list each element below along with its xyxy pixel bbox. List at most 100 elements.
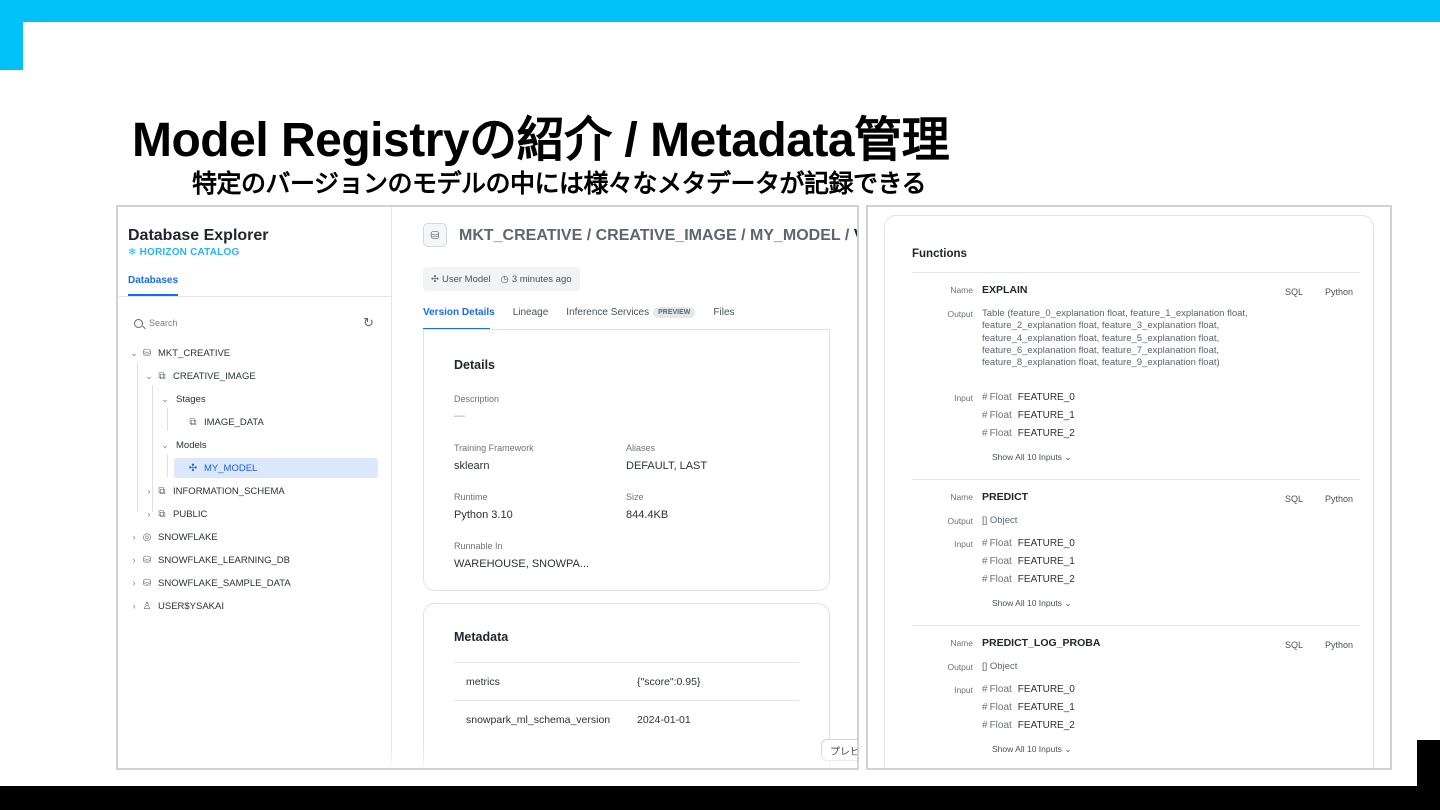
input-label: Input	[954, 685, 973, 695]
function-name: EXPLAIN	[982, 284, 1028, 296]
input-type: Float	[989, 574, 1012, 585]
shared-database-icon: ⛁	[142, 577, 152, 589]
input-type: Float	[989, 556, 1012, 567]
input-row: # Float FEATURE_0	[982, 684, 1075, 695]
input-type: Float	[989, 392, 1012, 403]
refresh-icon[interactable]: ↻	[363, 315, 374, 331]
chevron-right-icon[interactable]: ›	[143, 486, 155, 496]
sql-link[interactable]: SQL	[1285, 287, 1303, 297]
description-label: Description	[454, 394, 500, 404]
tab-inference-services-label: Inference Services	[566, 307, 650, 319]
tree-item-label: IMAGE_DATA	[204, 416, 264, 428]
input-row: # Float FEATURE_0	[982, 538, 1075, 549]
tree-item-mkt-creative[interactable]: ⌄ ⛁ MKT_CREATIVE	[128, 343, 230, 363]
tab-inference-services[interactable]: Inference Services PREVIEW	[566, 307, 696, 319]
metadata-title: Metadata	[454, 630, 509, 644]
breadcrumb-version: V3	[854, 227, 857, 244]
runtime-label: Runtime	[454, 492, 488, 502]
input-name: FEATURE_1	[1017, 556, 1075, 567]
input-type: Float	[989, 702, 1012, 713]
model-icon: ✣	[431, 273, 439, 285]
chevron-right-icon[interactable]: ›	[143, 509, 155, 519]
input-row: # Float FEATURE_1	[982, 702, 1075, 713]
search-input[interactable]: Search ↻	[134, 314, 374, 332]
tree-item-label: SNOWFLAKE_LEARNING_DB	[158, 554, 290, 566]
runnable-in-label: Runnable In	[454, 541, 503, 551]
tab-databases[interactable]: Databases	[128, 275, 179, 296]
slide-title: Model Registryの紹介 / Metadata管理	[132, 114, 950, 167]
preview-tooltip: プレビ	[821, 739, 857, 761]
chevron-right-icon[interactable]: ›	[128, 555, 140, 565]
functions-screenshot: Functions Name EXPLAIN SQL Python Output…	[866, 205, 1392, 770]
input-name: FEATURE_2	[1017, 720, 1075, 731]
input-row: # Float FEATURE_2	[982, 428, 1075, 439]
detail-tabs: Version Details Lineage Inference Servic…	[423, 307, 735, 318]
sql-link[interactable]: SQL	[1285, 640, 1303, 650]
database-explorer-panel: Database Explorer ❄ HORIZON CATALOG Datab…	[118, 207, 392, 768]
chevron-down-icon[interactable]: ⌄	[159, 394, 171, 405]
tree-item-image-data[interactable]: ⧉ IMAGE_DATA	[174, 412, 264, 432]
tab-lineage[interactable]: Lineage	[513, 307, 549, 318]
aliases-value: DEFAULT, LAST	[626, 460, 708, 472]
tree-guide-line	[167, 408, 168, 431]
tree-item-label: MY_MODEL	[204, 462, 258, 474]
input-row: # Float FEATURE_2	[982, 574, 1075, 585]
database-icon: ⛁	[142, 347, 152, 359]
python-link[interactable]: Python	[1325, 494, 1353, 504]
slide-subtitle: 特定のバージョンのモデルの中には様々なメタデータが記録できる	[192, 170, 927, 198]
updated-time-label: 3 minutes ago	[511, 273, 572, 285]
tree-item-label: USER$YSAKAI	[158, 600, 224, 612]
tree-item-stages[interactable]: ⌄ Stages	[159, 389, 205, 409]
tab-version-details[interactable]: Version Details	[423, 307, 495, 318]
function-links: SQL Python	[1285, 287, 1353, 297]
function-name: PREDICT	[982, 491, 1029, 503]
model-type-label: User Model	[441, 273, 491, 285]
tree-item-snowflake-learning-db[interactable]: › ⛁ SNOWFLAKE_LEARNING_DB	[128, 550, 290, 570]
input-name: FEATURE_2	[1017, 428, 1075, 439]
runnable-in-value: WAREHOUSE, SNOWPA...	[454, 558, 590, 570]
aliases-label: Aliases	[626, 443, 656, 453]
tree-item-my-model[interactable]: ✣ MY_MODEL	[174, 458, 378, 478]
function-divider	[912, 625, 1360, 626]
python-link[interactable]: Python	[1325, 640, 1353, 650]
function-output: [] Object	[982, 515, 1018, 526]
tree-item-label: Models	[176, 439, 207, 451]
python-link[interactable]: Python	[1325, 287, 1353, 297]
search-placeholder: Search	[149, 318, 178, 328]
tree-item-information-schema[interactable]: › ⧉ INFORMATION_SCHEMA	[143, 481, 285, 501]
hash-icon: #	[982, 538, 988, 549]
chevron-right-icon[interactable]: ›	[128, 578, 140, 588]
show-all-inputs-button[interactable]: Show All 10 Inputs ⌄	[992, 598, 1071, 609]
input-row: # Float FEATURE_1	[982, 556, 1075, 567]
chevron-down-icon[interactable]: ⌄	[159, 440, 171, 451]
show-all-inputs-button[interactable]: Show All 10 Inputs ⌄	[992, 744, 1071, 755]
user-icon: ♙	[142, 600, 152, 612]
tree-item-label: MKT_CREATIVE	[158, 347, 231, 359]
tree-item-models[interactable]: ⌄ Models	[159, 435, 207, 455]
description-value: —	[454, 410, 465, 422]
right-corner-block	[1417, 740, 1440, 790]
explorer-title: Database Explorer	[128, 227, 269, 244]
tab-files[interactable]: Files	[713, 307, 734, 318]
runtime-value: Python 3.10	[454, 509, 513, 521]
tree-item-user[interactable]: › ♙ USER$YSAKAI	[128, 596, 225, 616]
hash-icon: #	[982, 410, 988, 421]
hash-icon: #	[982, 556, 988, 567]
chevron-right-icon[interactable]: ›	[128, 532, 140, 542]
tree-item-snowflake[interactable]: › ◎ SNOWFLAKE	[128, 527, 218, 547]
schema-icon: ⧉	[158, 485, 166, 497]
input-type: Float	[989, 538, 1012, 549]
sql-link[interactable]: SQL	[1285, 494, 1303, 504]
metadata-card: Metadata metrics {"score":0.95} snowpark…	[423, 603, 830, 768]
tree-item-creative-image[interactable]: ⌄ ⧉ CREATIVE_IMAGE	[143, 366, 255, 386]
output-label: Output	[947, 309, 973, 319]
tab-divider	[118, 296, 392, 297]
function-divider	[912, 479, 1360, 480]
tree-item-public[interactable]: › ⧉ PUBLIC	[143, 504, 208, 524]
chevron-right-icon[interactable]: ›	[128, 601, 140, 611]
tree-item-snowflake-sample-data[interactable]: › ⛁ SNOWFLAKE_SAMPLE_DATA	[128, 573, 291, 593]
input-name: FEATURE_0	[1017, 684, 1075, 695]
show-all-inputs-button[interactable]: Show All 10 Inputs ⌄	[992, 452, 1071, 463]
chevron-down-icon[interactable]: ⌄	[128, 348, 140, 359]
chevron-down-icon[interactable]: ⌄	[143, 371, 155, 382]
